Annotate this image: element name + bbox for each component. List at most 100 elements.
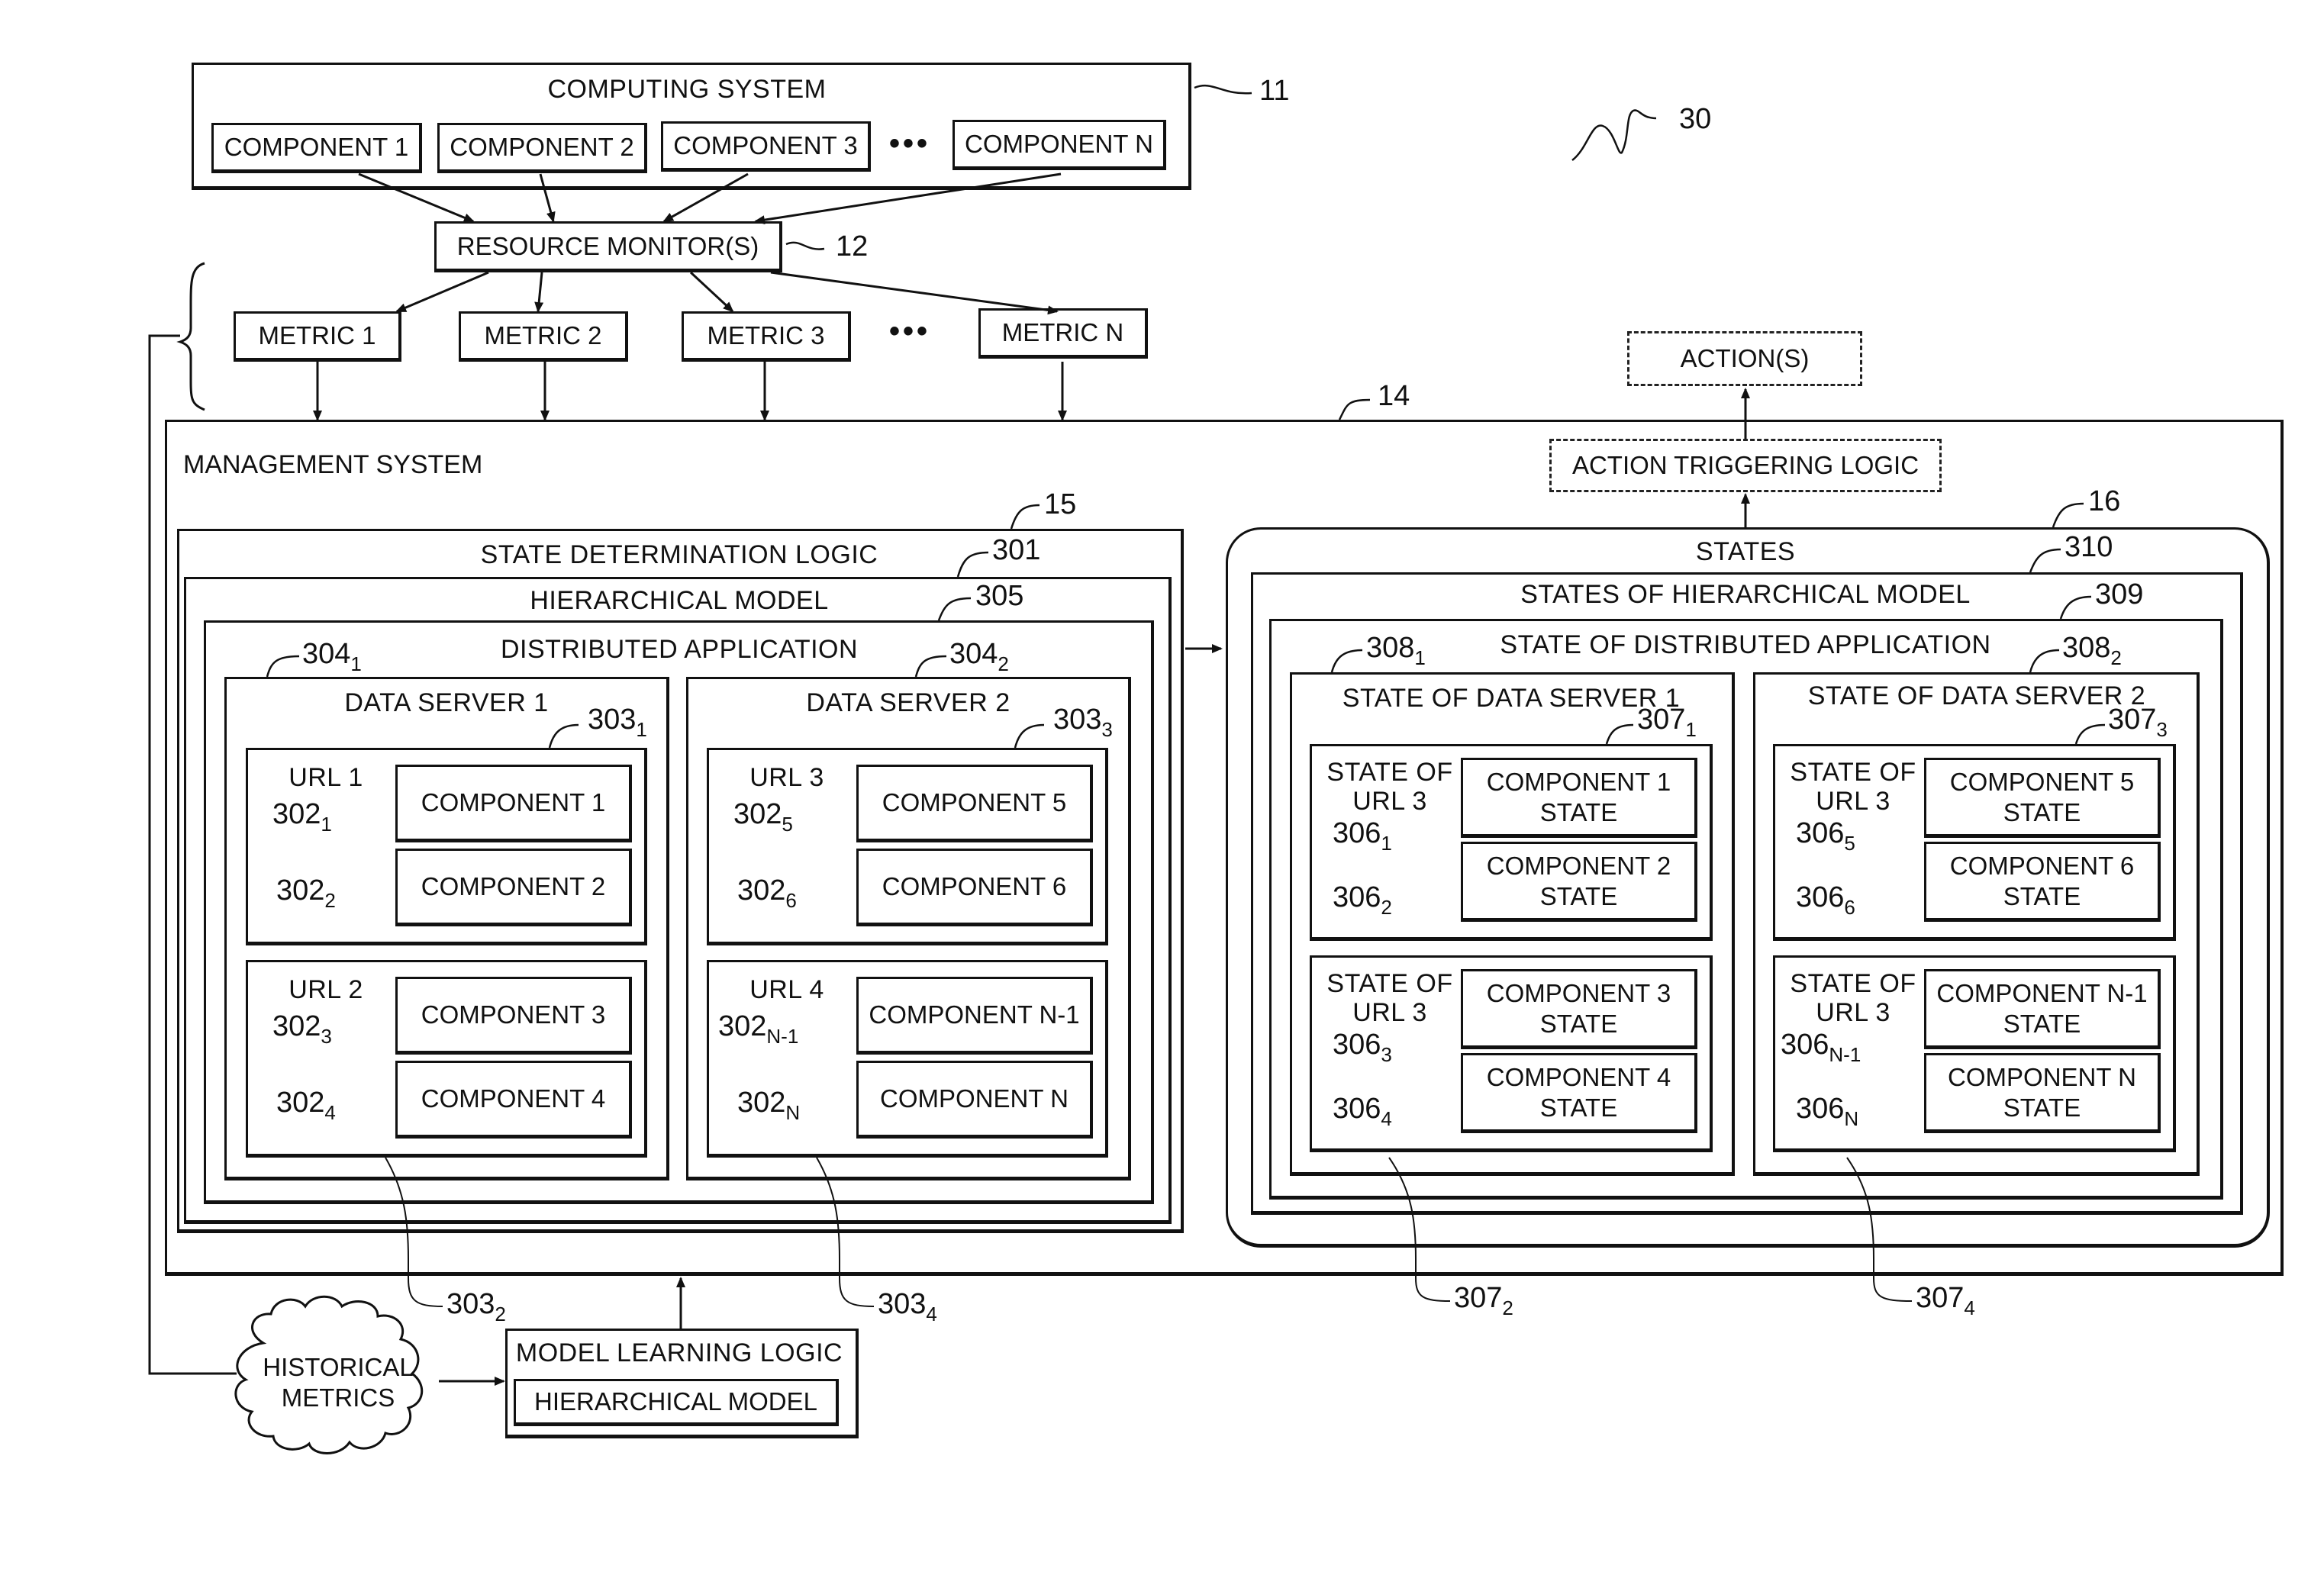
model-component-label: COMPONENT N-1	[869, 1000, 1080, 1029]
resource-monitor-box: RESOURCE MONITOR(S)	[434, 221, 782, 272]
component-label: COMPONENT 3	[673, 131, 858, 159]
component-label: COMPONENT N	[965, 130, 1153, 158]
component-state-ref: 306N	[1796, 1093, 1858, 1131]
ref-12: 12	[836, 230, 869, 262]
model-component-label: COMPONENT 4	[421, 1084, 606, 1113]
component-state-box: COMPONENT 5 STATE	[1924, 758, 2161, 838]
ref-num: 303	[878, 1288, 927, 1320]
component-ref: 3021	[272, 798, 332, 836]
ref-num: 306	[1781, 1029, 1829, 1061]
ref-num: 304	[302, 638, 351, 670]
state-of-data-server-2-label: STATE OF DATA SERVER 2	[1807, 681, 2146, 710]
ref-sub: 3	[321, 1025, 332, 1048]
metric-label: METRIC 3	[707, 321, 825, 349]
component-state-box: COMPONENT 6 STATE	[1924, 842, 2161, 922]
ref-sub: N-1	[766, 1025, 799, 1048]
ref-num: 302	[733, 798, 782, 830]
url-label: URL 1	[288, 763, 363, 792]
leader-12	[785, 241, 825, 250]
metric-n-box: METRIC N	[978, 308, 1148, 359]
metrics-brace	[176, 262, 205, 411]
components-ellipsis: •••	[889, 127, 931, 160]
ref-num: 307	[1637, 704, 1686, 736]
url-label: URL 4	[749, 975, 824, 1004]
component-state-ref: 3065	[1796, 817, 1855, 855]
ref-sub: 4	[926, 1303, 937, 1325]
component-state-line1: COMPONENT 1	[1486, 767, 1671, 796]
model-component-box: COMPONENT 1	[395, 765, 632, 842]
ref-num: 303	[1053, 704, 1102, 736]
url-label: URL 3	[749, 763, 824, 792]
ref-308-2: 3082	[2062, 632, 2122, 670]
model-learning-logic-label: MODEL LEARNING LOGIC	[515, 1338, 843, 1367]
ref-307-2: 3072	[1454, 1282, 1513, 1320]
component-state-line1: COMPONENT N	[1948, 1062, 2136, 1091]
ref-sub: 1	[1381, 832, 1392, 855]
ref-sub: 2	[495, 1303, 506, 1325]
metric-3-box: METRIC 3	[682, 311, 851, 362]
component-state-line1: COMPONENT 3	[1486, 978, 1671, 1007]
metrics-ellipsis: •••	[889, 314, 931, 348]
component-state-line1: COMPONENT 4	[1486, 1062, 1671, 1091]
ref-num: 302	[276, 1087, 325, 1119]
model-component-label: COMPONENT 6	[882, 872, 1067, 900]
ref-sub: 2	[1502, 1296, 1513, 1319]
ref-307-3: 3073	[2108, 704, 2168, 742]
component-state-ref: 3064	[1333, 1093, 1392, 1131]
component-state-box: COMPONENT N STATE	[1924, 1053, 2161, 1133]
url-label: URL 2	[288, 975, 363, 1004]
ref-num: 306	[1796, 881, 1845, 913]
ref-301: 301	[992, 534, 1041, 566]
component-state-box: COMPONENT 3 STATE	[1461, 969, 1697, 1049]
component-ref: 302N-1	[718, 1010, 798, 1048]
component-state-ref: 306N-1	[1781, 1029, 1861, 1067]
figure-ref-label: 30	[1679, 103, 1712, 135]
component-ref: 3026	[737, 874, 797, 913]
model-component-box: COMPONENT 3	[395, 977, 632, 1055]
component-label: COMPONENT 2	[450, 133, 634, 161]
ref-sub: 3	[1381, 1043, 1392, 1066]
state-url-label-line1: STATE OF	[1790, 969, 1916, 998]
component-state-ref: 3061	[1333, 817, 1392, 855]
ref-sub: 2	[1381, 896, 1392, 919]
ref-sub: 4	[1964, 1296, 1975, 1319]
ref-16: 16	[2088, 485, 2121, 517]
model-learning-hierarchical-model-box: HIERARCHICAL MODEL	[514, 1379, 839, 1426]
actions-label: ACTION(S)	[1680, 344, 1810, 372]
ref-sub: 2	[2110, 646, 2122, 669]
state-url-label-line2: URL 3	[1352, 998, 1427, 1027]
model-component-label: COMPONENT 2	[421, 872, 606, 900]
computing-component-2: COMPONENT 2	[437, 123, 647, 173]
component-state-line1: COMPONENT 2	[1486, 851, 1671, 880]
component-state-line2: STATE	[1539, 1093, 1618, 1122]
component-ref: 3023	[272, 1010, 332, 1048]
states-label: STATES	[1695, 537, 1796, 566]
ref-num: 307	[1916, 1282, 1965, 1314]
actions-box: ACTION(S)	[1627, 331, 1862, 386]
ref-11: 11	[1259, 75, 1290, 107]
ref-sub: 1	[321, 813, 332, 836]
state-url-label-line2: URL 3	[1352, 787, 1427, 816]
ref-15: 15	[1044, 488, 1077, 520]
ref-num: 307	[2108, 704, 2157, 736]
figure-ref-squiggle	[1571, 109, 1657, 161]
ref-sub: 6	[785, 889, 797, 912]
state-url-label-line1: STATE OF	[1326, 758, 1453, 787]
component-state-line2: STATE	[2003, 1009, 2081, 1038]
state-of-data-server-1-label: STATE OF DATA SERVER 1	[1342, 684, 1681, 713]
data-server-2-label: DATA SERVER 2	[806, 688, 1011, 717]
component-state-ref: 3062	[1333, 881, 1392, 920]
component-ref: 302N	[737, 1087, 800, 1125]
component-state-box: COMPONENT 2 STATE	[1461, 842, 1697, 922]
model-component-label: COMPONENT 1	[421, 788, 606, 816]
states-of-hierarchical-model-label: STATES OF HIERARCHICAL MODEL	[1520, 580, 1971, 609]
action-triggering-logic-label: ACTION TRIGGERING LOGIC	[1571, 451, 1919, 479]
component-state-line2: STATE	[2003, 881, 2081, 910]
state-determination-logic-label: STATE DETERMINATION LOGIC	[480, 540, 878, 569]
computing-component-1: COMPONENT 1	[211, 123, 422, 173]
state-url-label-line2: URL 3	[1816, 787, 1890, 816]
model-component-box: COMPONENT 2	[395, 849, 632, 926]
ref-sub: 4	[1381, 1107, 1392, 1130]
model-component-box: COMPONENT N-1	[856, 977, 1093, 1055]
ref-sub: 3	[1101, 718, 1113, 741]
